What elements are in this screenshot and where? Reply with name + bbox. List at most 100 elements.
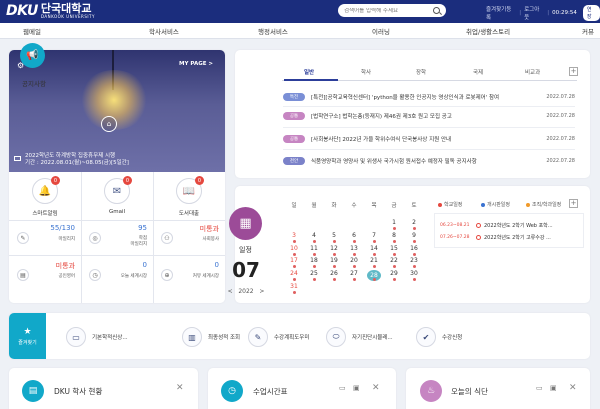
tab-scholarship[interactable]: 장학 — [416, 68, 426, 76]
tab-general[interactable]: 일반 — [304, 68, 314, 76]
calendar-day-cell[interactable]: 15 — [387, 245, 401, 252]
category-badge: 공통 — [283, 111, 305, 120]
profile-notice[interactable]: 2022학년도 하계방학 집중휴무제 시행 기간 : 2022.08.01(월)… — [25, 153, 129, 168]
close-icon[interactable]: ✕ — [372, 383, 380, 393]
calendar-more-button[interactable]: + — [569, 199, 578, 208]
notice-row[interactable]: 천안 식품영양학과 영양사 및 위생사 국가시험 원서접수 예정자 필독 공지사… — [283, 155, 575, 166]
credit-value[interactable]: 95 — [117, 224, 147, 232]
comment-icon[interactable]: ▭ — [339, 384, 346, 392]
event-dot — [332, 252, 336, 256]
calendar-day-cell[interactable]: 29 — [387, 270, 401, 277]
calendar-day: 07 — [232, 258, 260, 282]
mail-icon[interactable]: ✉ 0 — [104, 176, 132, 204]
nav-webmail[interactable]: 웹메일 — [23, 26, 41, 36]
legend-board[interactable]: 개시판일정 — [481, 201, 510, 208]
prev-month-button[interactable]: < — [228, 288, 233, 295]
mileage-value[interactable]: 55/130 — [45, 224, 75, 232]
add-favorite-link[interactable]: 즐겨찾기등록 — [486, 5, 516, 21]
notice-row[interactable]: 공통 [법학연구소] 법학논총(등재지) 제46권 제3호 원고 모집 공고 2… — [283, 110, 575, 121]
english-value[interactable]: 미통과 — [45, 261, 75, 271]
home-icon[interactable]: ⌂ — [101, 116, 117, 132]
event-dot — [392, 278, 396, 282]
edit-icon[interactable]: ▣ — [353, 384, 360, 392]
nav-academic[interactable]: 학사서비스 — [149, 26, 179, 36]
calendar-day-cell[interactable]: 1 — [387, 219, 401, 226]
nav-elearning[interactable]: 이러닝 — [372, 26, 390, 36]
schedule-event[interactable]: 06.23~08.21 2022학년도 2학기 Web 포학... — [440, 222, 553, 229]
logo[interactable]: DKU 단국대학교 DANKOOK UNIVERSITY — [6, 3, 95, 19]
calendar-day-cell[interactable]: 6 — [347, 232, 361, 239]
calendar-day-cell[interactable]: 22 — [387, 257, 401, 264]
calendar-day-cell[interactable]: 27 — [347, 270, 361, 277]
calendar-day-cell[interactable]: 8 — [387, 232, 401, 239]
close-icon[interactable]: ✕ — [569, 383, 577, 393]
clock-icon: ◷ — [89, 269, 101, 281]
next-month-button[interactable]: > — [259, 288, 264, 295]
mypage-link[interactable]: MY PAGE > — [179, 61, 213, 67]
notice-more-button[interactable]: + — [569, 67, 578, 76]
calendar-day-cell[interactable]: 18 — [307, 257, 321, 264]
calendar-day-cell[interactable]: 11 — [307, 245, 321, 252]
notice-text: [특전][공학교육혁신센터] 'python을 활용한 인공지능 영상인식과 로… — [311, 94, 500, 101]
logout-link[interactable]: 로그아웃 — [524, 5, 544, 21]
volunteer-label: 사회봉사 — [202, 237, 219, 242]
calendar-day-cell[interactable]: 31 — [287, 283, 301, 290]
calendar-day-cell[interactable]: 26 — [327, 270, 341, 277]
calendar-day-cell[interactable]: 30 — [407, 270, 421, 277]
today-market-value[interactable]: 0 — [117, 261, 147, 269]
calendar-day-cell[interactable]: 7 — [367, 232, 381, 239]
notice-row[interactable]: 특전 [특전][공학교육혁신센터] 'python을 활용한 인공지능 영상인식… — [283, 91, 575, 102]
calendar-day-cell[interactable]: 20 — [347, 257, 361, 264]
nav-career[interactable]: 취업/생활스토리 — [466, 26, 510, 36]
nav-community[interactable]: 커뮤 — [582, 26, 594, 36]
book-icon[interactable]: 📖 0 — [176, 176, 204, 204]
community-market-value[interactable]: 0 — [189, 261, 219, 269]
fav-registration[interactable]: ✔ 수강신청 — [416, 327, 462, 347]
fav-final-grade[interactable]: ▥ 최종성적 조회 — [182, 327, 240, 347]
search-icon[interactable] — [433, 7, 440, 14]
nav-admin[interactable]: 행정서비스 — [258, 26, 288, 36]
calendar-day-cell[interactable]: 14 — [367, 245, 381, 252]
volunteer-value[interactable]: 미통과 — [189, 224, 219, 234]
top-links: 즐겨찾기등록 | 로그아웃 | 00:29:54 연장 — [486, 5, 600, 21]
calendar-day-cell[interactable]: 16 — [407, 245, 421, 252]
calendar-day-cell[interactable]: 19 — [327, 257, 341, 264]
fav-course-plan[interactable]: ✎ 수강계획도우미 — [248, 327, 309, 347]
calendar-day-cell[interactable]: 10 — [287, 245, 301, 252]
fav-self-diagnosis[interactable]: ⬭ 자기진단시뮬레... — [326, 327, 393, 347]
notice-row[interactable]: 공통 [사회봉사단] 2022년 가을 학위수여식 단국봉사상 지원 안내 20… — [283, 133, 575, 144]
extend-session-button[interactable]: 연장 — [582, 5, 600, 21]
event-dot — [352, 252, 356, 256]
calendar-day-cell[interactable]: 3 — [287, 232, 301, 239]
globe-icon: ⊕ — [161, 269, 173, 281]
event-dot — [352, 278, 356, 282]
monitor-icon — [14, 156, 21, 161]
calendar-day-cell[interactable]: 2 — [407, 219, 421, 226]
calendar-day-cell[interactable]: 23 — [407, 257, 421, 264]
top-header: DKU 단국대학교 DANKOOK UNIVERSITY 즐겨찾기등록 | 로그… — [0, 0, 600, 23]
tab-international[interactable]: 국제 — [473, 68, 483, 76]
calendar-day-cell[interactable]: 12 — [327, 245, 341, 252]
legend-school[interactable]: 학교일정 — [438, 201, 462, 208]
calendar-day-cell[interactable]: 4 — [307, 232, 321, 239]
calendar-day-cell[interactable]: 25 — [307, 270, 321, 277]
calendar-day-cell[interactable]: 24 — [287, 270, 301, 277]
event-dot — [412, 252, 416, 256]
calendar-day-cell[interactable]: 17 — [287, 257, 301, 264]
calendar-day-cell[interactable]: 5 — [327, 232, 341, 239]
main-nav: 웹메일 학사서비스 행정서비스 이러닝 취업/생활스토리 커뮤 — [0, 23, 600, 39]
logo-name: 단국대학교 — [40, 2, 92, 15]
tab-extracurricular[interactable]: 비교과 — [525, 68, 540, 76]
schedule-event[interactable]: 07.26~07.28 2022학년도 2학기 고류수강 ... — [440, 234, 551, 241]
calendar-day-cell[interactable]: 21 — [367, 257, 381, 264]
comment-icon[interactable]: ▭ — [536, 384, 543, 392]
tab-academic[interactable]: 학사 — [361, 68, 371, 76]
bell-icon[interactable]: 🔔 0 — [32, 176, 60, 204]
calendar-day-cell[interactable]: 9 — [407, 232, 421, 239]
search-input[interactable] — [344, 7, 430, 14]
fav-student-info[interactable]: ▭ 기본학적신상... — [66, 327, 128, 347]
legend-dept[interactable]: 조직/학과일정 — [526, 201, 561, 208]
calendar-day-cell[interactable]: 13 — [347, 245, 361, 252]
close-icon[interactable]: ✕ — [176, 383, 184, 393]
edit-icon[interactable]: ▣ — [550, 384, 557, 392]
